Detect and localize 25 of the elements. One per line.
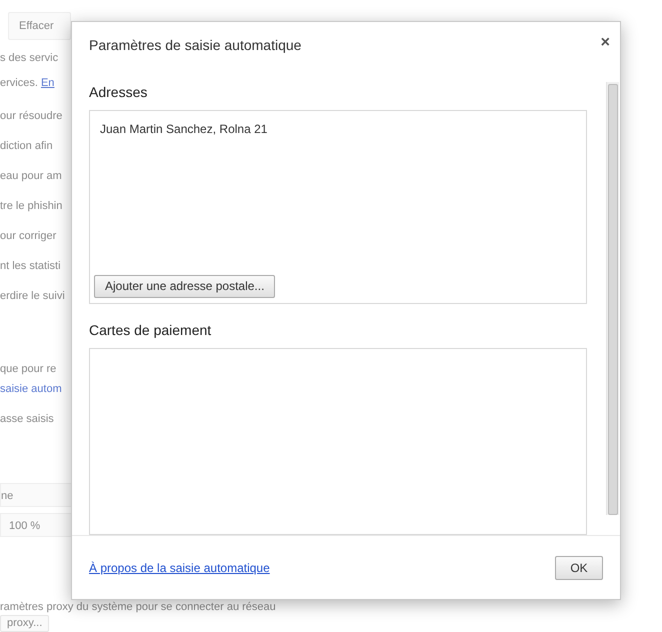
body-text: ervices. [0,77,39,89]
address-entry[interactable]: Juan Martin Sanchez, Rolna 21 [100,121,580,137]
body-text: our résoudre [0,109,64,124]
section-heading: Adresses [89,84,148,100]
add-address-button[interactable]: Ajouter une adresse postale... [94,274,276,298]
body-text: eau pour am [0,169,63,184]
ok-button[interactable]: OK [555,556,603,580]
body-text: tre le phishin [0,199,64,214]
body-text: s des servic [0,51,60,66]
body-text: nt les statisti [0,259,62,274]
body-text: ramètres proxy du système pour se connecter au réseau [0,600,276,614]
body-text: diction afin [0,139,54,154]
dialog-title: Paramètres de saisie automatique [89,36,302,55]
scrollbar[interactable] [606,82,619,515]
clear-button[interactable]: Effacer [8,12,71,40]
body-text: erdire le suivi [0,289,65,304]
body-text: our corriger [0,229,58,244]
body-text: asse saisis [0,412,54,427]
body-text: que pour re [0,362,58,377]
section-heading: Cartes de paiement [89,322,212,338]
proxy-button[interactable]: proxy... [0,615,50,632]
autofill-link[interactable]: saisie autom [0,381,62,397]
learn-more-link[interactable]: En [40,77,54,89]
close-button[interactable]: × [600,35,610,51]
about-link[interactable]: À propos de la saisie automatique [89,558,270,576]
